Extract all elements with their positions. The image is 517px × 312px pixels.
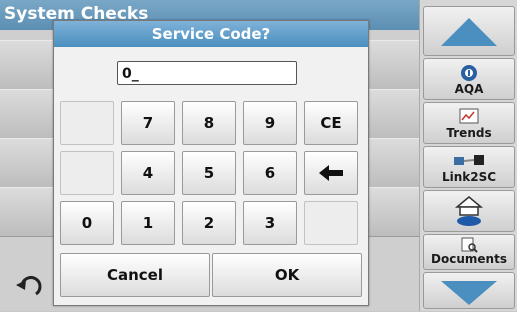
back-button[interactable] [8,268,48,308]
key-1[interactable]: 1 [121,201,175,245]
dialog-title: Service Code? [54,21,368,47]
service-code-input[interactable]: 0_ [117,61,297,85]
documents-button[interactable]: Documents [423,234,515,270]
aqa-button[interactable]: AQA [423,58,515,100]
sidebar-item-label: Trends [446,126,492,140]
home-button[interactable] [423,190,515,232]
key-6[interactable]: 6 [243,151,297,195]
service-code-dialog: Service Code? 0_ 7 8 9 CE 4 5 6 0 1 2 3 … [53,20,369,306]
sidebar-item-label: AQA [454,82,484,96]
scroll-down-button[interactable] [423,272,515,309]
trends-button[interactable]: Trends [423,102,515,144]
key-5[interactable]: 5 [182,151,236,195]
key-3[interactable]: 3 [243,201,297,245]
sidebar-item-label: Link2SC [441,170,497,184]
scroll-up-button[interactable] [423,6,515,56]
sidebar-item-label: Documents [431,252,507,266]
clear-entry-button[interactable]: CE [304,101,358,145]
key-8[interactable]: 8 [182,101,236,145]
arrow-up-icon [441,18,497,46]
trends-icon [459,108,479,124]
documents-icon [461,237,478,253]
key-7[interactable]: 7 [121,101,175,145]
key-2[interactable]: 2 [182,201,236,245]
keypad-blank [304,201,358,245]
ok-button[interactable]: OK [212,253,362,297]
key-4[interactable]: 4 [121,151,175,195]
backspace-arrow-icon [319,165,343,181]
hach-home-icon [454,196,484,226]
link2sc-icon [454,155,484,165]
keypad-blank [60,151,114,195]
key-9[interactable]: 9 [243,101,297,145]
cancel-button[interactable]: Cancel [60,253,210,297]
aqa-icon [461,65,477,81]
sidebar: AQA Trends Link2SC Documents [419,0,517,311]
backspace-button[interactable] [304,151,358,195]
arrow-down-icon [441,281,497,305]
keypad-blank [60,101,114,145]
key-0[interactable]: 0 [60,201,114,245]
link2sc-button[interactable]: Link2SC [423,146,515,188]
back-arrow-icon [16,276,42,296]
